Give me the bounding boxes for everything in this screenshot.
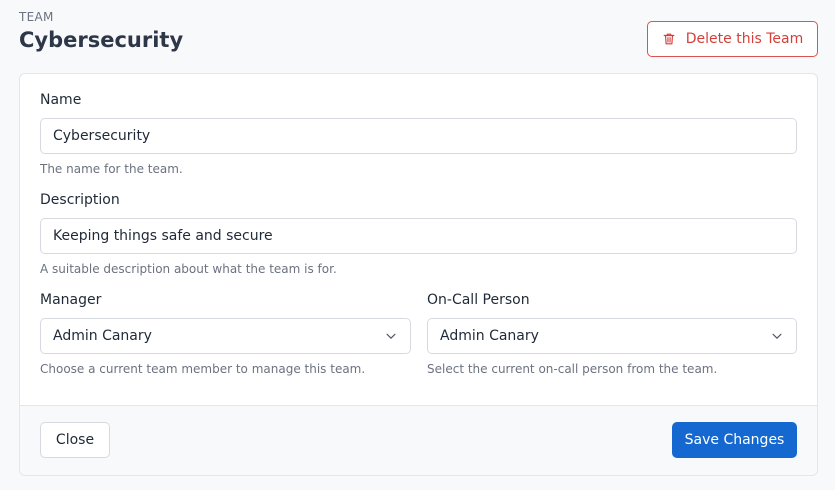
name-field-group: Name Cybersecurity The name for the team… bbox=[40, 92, 797, 176]
delete-team-label: Delete this Team bbox=[685, 31, 804, 47]
page-header: TEAM Cybersecurity Delete this Team bbox=[19, 10, 818, 60]
manager-select[interactable]: Admin Canary bbox=[40, 318, 411, 354]
trash-icon bbox=[662, 32, 676, 46]
delete-team-button[interactable]: Delete this Team bbox=[647, 21, 818, 57]
oncall-selected-value: Admin Canary bbox=[440, 328, 539, 344]
close-button[interactable]: Close bbox=[40, 422, 110, 458]
manager-help-text: Choose a current team member to manage t… bbox=[40, 362, 366, 376]
form-footer: Close Save Changes bbox=[20, 405, 817, 475]
oncall-label: On-Call Person bbox=[427, 292, 530, 308]
description-field-group: Description Keeping things safe and secu… bbox=[40, 192, 797, 276]
oncall-help-text: Select the current on-call person from t… bbox=[427, 362, 718, 376]
manager-selected-value: Admin Canary bbox=[53, 328, 152, 344]
description-input-value: Keeping things safe and secure bbox=[53, 228, 273, 244]
chevron-down-icon bbox=[770, 329, 784, 343]
chevron-down-icon bbox=[384, 329, 398, 343]
name-input[interactable]: Cybersecurity bbox=[40, 118, 797, 154]
name-help-text: The name for the team. bbox=[40, 162, 183, 176]
save-changes-button[interactable]: Save Changes bbox=[672, 422, 797, 458]
oncall-field-group: On-Call Person Admin Canary Select the c… bbox=[427, 292, 797, 376]
oncall-select[interactable]: Admin Canary bbox=[427, 318, 797, 354]
name-input-value: Cybersecurity bbox=[53, 128, 151, 144]
description-input[interactable]: Keeping things safe and secure bbox=[40, 218, 797, 254]
manager-field-group: Manager Admin Canary Choose a current te… bbox=[40, 292, 411, 376]
page-title: Cybersecurity bbox=[19, 28, 184, 52]
description-label: Description bbox=[40, 192, 120, 208]
team-form-card: Name Cybersecurity The name for the team… bbox=[19, 73, 818, 476]
description-help-text: A suitable description about what the te… bbox=[40, 262, 337, 276]
page-eyebrow: TEAM bbox=[19, 10, 54, 24]
manager-label: Manager bbox=[40, 292, 102, 308]
name-label: Name bbox=[40, 92, 82, 108]
